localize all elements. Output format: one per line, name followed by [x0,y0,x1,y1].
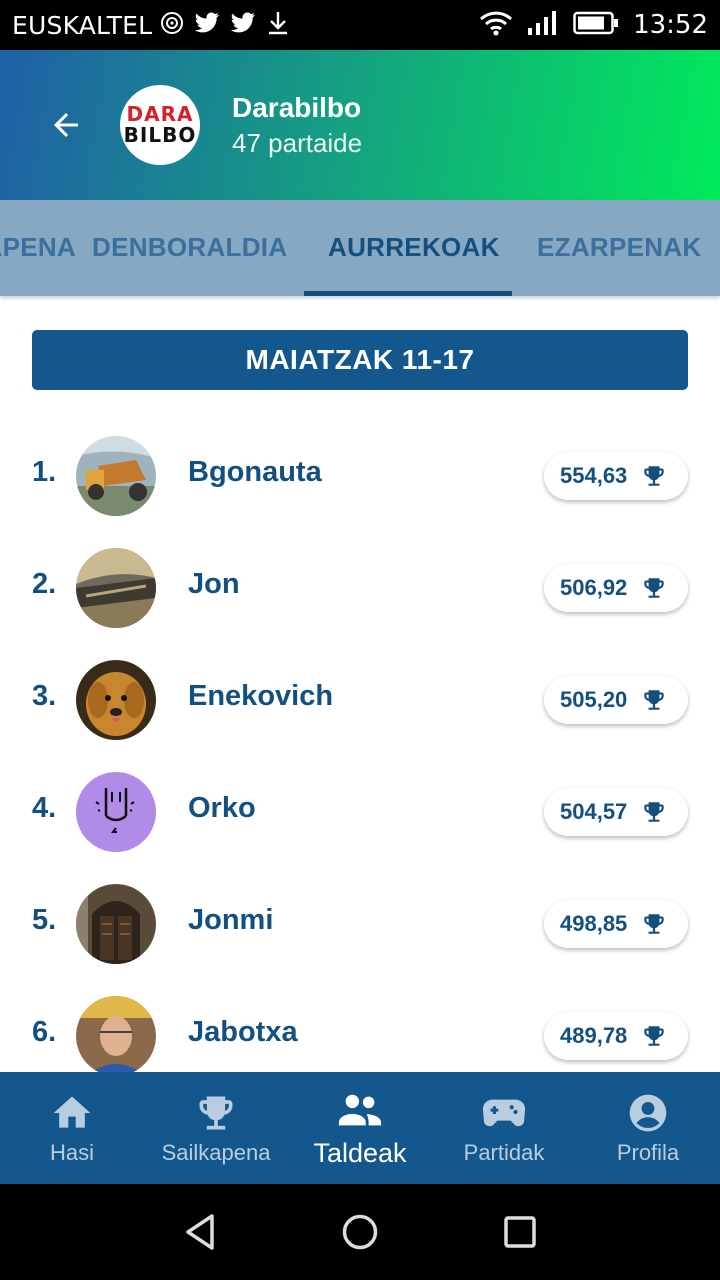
rank-position: 5. [32,904,57,936]
score-badge[interactable]: 489,78 [544,1012,688,1060]
group-icon [337,1088,383,1134]
trophy-icon [641,1023,667,1049]
signal-icon [527,10,559,40]
group-info: Darabilbo 47 partaide [232,90,362,160]
clock: 13:52 [633,10,708,40]
ranking-row[interactable]: 3. Enekovich 505,20 [0,644,720,756]
player-name: Jonmi [188,904,274,936]
logo-text-top: DARA [126,102,194,126]
app-screen: EUSKALTEL 13:52 DARA BILBO Darabilbo 47 … [0,0,720,1280]
trophy-icon [641,911,667,937]
member-count: 47 partaide [232,128,363,158]
avatar [76,884,156,964]
rank-position: 4. [32,792,57,824]
nav-label: Profila [616,1140,680,1165]
ranking-list: 1. Bgonauta 554,63 2. Jon 506,92 3. Enek… [0,420,720,1072]
tab-aurrekoak[interactable]: AURREKOAK [328,200,500,296]
score-badge[interactable]: 498,85 [544,900,688,948]
score-badge[interactable]: 506,92 [544,564,688,612]
circle-home-icon [342,1214,378,1250]
account-icon [626,1090,670,1136]
player-name: Orko [188,792,256,824]
active-tab-indicator [304,291,512,296]
rank-position: 3. [32,680,57,712]
score-value: 489,78 [560,1023,628,1048]
twitter-icon [230,12,256,38]
avatar [76,548,156,628]
player-name: Bgonauta [188,456,322,488]
avatar [76,772,156,852]
score-badge[interactable]: 554,63 [544,452,688,500]
rank-position: 2. [32,568,57,600]
trophy-icon [194,1090,238,1136]
nav-sailkapena[interactable]: Sailkapena [144,1072,288,1184]
status-bar: EUSKALTEL 13:52 [0,0,720,50]
nav-label: Hasi [49,1140,94,1165]
trophy-icon [641,799,667,825]
player-name: Jabotxa [188,1016,298,1048]
ranking-row[interactable]: 4. Orko 504,57 [0,756,720,868]
score-value: 504,57 [560,799,628,824]
home-icon [50,1090,94,1136]
triangle-back-icon [186,1214,214,1250]
player-name: Jon [188,568,240,600]
nav-profila[interactable]: Profila [576,1072,720,1184]
avatar [76,436,156,516]
gamepad-icon [481,1090,527,1136]
avatar [76,996,156,1072]
status-right: 13:52 [479,10,708,40]
group-logo: DARA BILBO [120,85,200,165]
trophy-icon [641,687,667,713]
avatar [76,660,156,740]
nav-hasi[interactable]: Hasi [0,1072,144,1184]
nav-label: Taldeak [313,1137,407,1168]
square-recents-icon [504,1216,536,1248]
tab-denboraldia[interactable]: DENBORALDIA [92,200,287,296]
twitter-icon [194,12,220,38]
battery-icon [573,11,619,39]
ranking-row[interactable]: 6. Jabotxa 489,78 [0,980,720,1072]
tab-sailkapena[interactable]: SAILKAPENA [0,200,76,296]
ranking-row[interactable]: 2. Jon 506,92 [0,532,720,644]
score-badge[interactable]: 505,20 [544,676,688,724]
score-value: 506,92 [560,575,628,600]
carrier-label: EUSKALTEL [12,10,153,40]
nav-taldeak[interactable]: Taldeak [288,1072,432,1184]
system-navigation-bar [0,1184,720,1280]
download-icon [266,10,290,40]
score-value: 554,63 [560,463,628,488]
nav-label: Partidak [463,1140,545,1165]
arrow-back-icon [54,113,78,137]
rank-position: 1. [32,456,57,488]
tab-ezarpenak[interactable]: EZARPENAK [537,200,702,296]
logo-text-bottom: BILBO [123,123,197,147]
trophy-icon [641,575,667,601]
tab-bar: SAILKAPENA DENBORALDIA AURREKOAK EZARPEN… [0,200,720,296]
ranking-row[interactable]: 5. Jonmi 498,85 [0,868,720,980]
system-back-button[interactable] [176,1208,224,1256]
group-name: Darabilbo [232,92,362,123]
score-badge[interactable]: 504,57 [544,788,688,836]
nav-label: Sailkapena [161,1140,271,1165]
ranking-row[interactable]: 1. Bgonauta 554,63 [0,420,720,532]
system-recents-button[interactable] [496,1208,544,1256]
rank-position: 6. [32,1016,57,1048]
cast-icon [160,11,184,39]
notification-icons [160,10,290,40]
score-value: 498,85 [560,911,628,936]
back-button[interactable] [36,95,96,155]
bottom-navigation: Hasi Sailkapena Taldeak Partidak Profila [0,1072,720,1184]
wifi-icon [479,10,513,40]
score-value: 505,20 [560,687,628,712]
trophy-icon [641,463,667,489]
week-selector[interactable]: MAIATZAK 11-17 [32,330,688,390]
nav-partidak[interactable]: Partidak [432,1072,576,1184]
group-header: DARA BILBO Darabilbo 47 partaide [0,50,720,200]
system-home-button[interactable] [336,1208,384,1256]
player-name: Enekovich [188,680,334,712]
